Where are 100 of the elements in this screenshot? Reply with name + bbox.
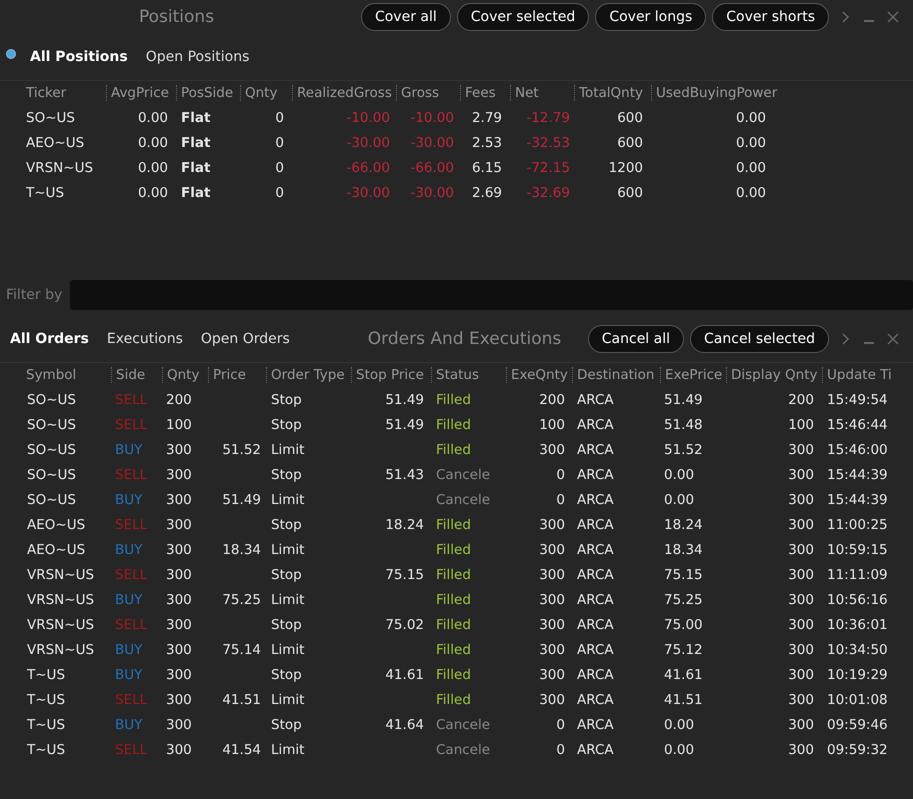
exe-quantity-cell-text: 0 bbox=[555, 492, 566, 508]
order-type-cell-text: Limit bbox=[270, 692, 306, 708]
column-header[interactable]: Qnty bbox=[240, 85, 292, 101]
table-cell-text: 0.00 bbox=[136, 160, 169, 176]
radio-indicator[interactable] bbox=[6, 49, 16, 59]
price-cell-text: 18.34 bbox=[221, 542, 262, 558]
update-time-cell-text: 15:46:44 bbox=[826, 416, 889, 432]
close-icon[interactable] bbox=[887, 333, 899, 345]
column-header[interactable]: Update Ti bbox=[822, 367, 910, 383]
exe-quantity-cell-text: 300 bbox=[538, 516, 566, 532]
side-cell-text: BUY bbox=[114, 642, 144, 658]
column-header[interactable]: AvgPrice bbox=[106, 85, 176, 101]
table-cell-text: 0.00 bbox=[734, 134, 767, 150]
column-header[interactable]: Net bbox=[510, 85, 574, 101]
orders-tab[interactable]: All Orders bbox=[10, 331, 89, 347]
exe-quantity-cell-text: 200 bbox=[538, 392, 566, 408]
column-header[interactable]: Stop Price bbox=[351, 367, 431, 383]
table-cell-text: 2.53 bbox=[470, 134, 503, 150]
exe-price-cell-text: 75.25 bbox=[663, 592, 704, 608]
side-cell-text: BUY bbox=[114, 492, 144, 508]
status-cell-text: Cancele bbox=[435, 716, 492, 732]
table-cell-text: 0.00 bbox=[136, 134, 169, 150]
close-icon[interactable] bbox=[887, 11, 899, 23]
table-cell-text: 1200 bbox=[608, 160, 644, 176]
side-cell-text: BUY bbox=[114, 442, 144, 458]
cover-button[interactable]: Cover longs bbox=[595, 3, 706, 31]
stop-price-cell-text: 51.43 bbox=[384, 466, 425, 482]
column-header[interactable]: ExeQnty bbox=[506, 367, 572, 383]
table-cell-text: -30.00 bbox=[409, 184, 455, 200]
table-cell-text: -10.00 bbox=[409, 110, 455, 126]
side-cell-text: SELL bbox=[114, 416, 148, 432]
column-header[interactable]: Price bbox=[208, 367, 266, 383]
panel-title: Orders And Executions bbox=[368, 329, 562, 349]
positions-tab[interactable]: Open Positions bbox=[146, 49, 250, 65]
table-cell-text: -72.15 bbox=[525, 160, 571, 176]
column-header[interactable]: TotalQnty bbox=[574, 85, 651, 101]
table-cell-text: -30.00 bbox=[409, 134, 455, 150]
exe-quantity-cell-text: 300 bbox=[538, 592, 566, 608]
table-cell-text: -66.00 bbox=[409, 160, 455, 176]
column-header[interactable]: Display Qnty bbox=[726, 367, 822, 383]
symbol-cell-text: SO~US bbox=[26, 392, 77, 408]
table-cell-text: 600 bbox=[616, 110, 644, 126]
chevron-icon[interactable] bbox=[841, 332, 851, 346]
column-header[interactable]: PosSide bbox=[176, 85, 240, 101]
table-cell-text: AEO~US bbox=[25, 134, 86, 150]
orders-tab[interactable]: Open Orders bbox=[200, 331, 290, 347]
column-header[interactable]: Side bbox=[111, 367, 162, 383]
exe-quantity-cell-text: 0 bbox=[555, 466, 566, 482]
stop-price-cell-text: 18.24 bbox=[384, 516, 425, 532]
table-cell-text: -32.69 bbox=[525, 184, 571, 200]
destination-cell-text: ARCA bbox=[576, 592, 615, 608]
cancel-button[interactable]: Cancel selected bbox=[690, 325, 829, 353]
update-time-cell-text: 10:56:16 bbox=[826, 592, 889, 608]
status-cell-text: Filled bbox=[435, 666, 472, 682]
side-cell-text: BUY bbox=[114, 592, 144, 608]
table-cell-text: -30.00 bbox=[345, 184, 391, 200]
side-cell-text: SELL bbox=[114, 466, 148, 482]
table-cell-text: 600 bbox=[616, 134, 644, 150]
status-cell-text: Filled bbox=[435, 516, 472, 532]
table-cell-text: T~US bbox=[25, 184, 66, 200]
destination-cell-text: ARCA bbox=[576, 566, 615, 582]
destination-cell-text: ARCA bbox=[576, 716, 615, 732]
side-cell-text: SELL bbox=[114, 692, 148, 708]
cover-button[interactable]: Cover shorts bbox=[712, 3, 829, 31]
column-header[interactable]: Gross bbox=[396, 85, 460, 101]
display-quantity-cell-text: 200 bbox=[787, 392, 815, 408]
column-header[interactable]: Destination bbox=[572, 367, 660, 383]
cover-button[interactable]: Cover selected bbox=[456, 3, 590, 31]
price-cell-text: 75.25 bbox=[221, 592, 262, 608]
quantity-cell-text: 300 bbox=[165, 516, 193, 532]
column-header[interactable]: RealizedGross bbox=[292, 85, 396, 101]
column-header[interactable]: Order Type bbox=[266, 367, 351, 383]
orders-tab[interactable]: Executions bbox=[106, 331, 183, 347]
table-cell-text: 0.00 bbox=[136, 110, 169, 126]
column-header[interactable]: Fees bbox=[460, 85, 510, 101]
cover-button[interactable]: Cover all bbox=[360, 3, 451, 31]
table-cell-text: SO~US bbox=[25, 110, 76, 126]
side-cell-text: BUY bbox=[114, 542, 144, 558]
update-time-cell-text: 10:59:15 bbox=[826, 542, 889, 558]
display-quantity-cell-text: 300 bbox=[787, 466, 815, 482]
symbol-cell-text: VRSN~US bbox=[26, 566, 96, 582]
column-header[interactable]: Ticker bbox=[22, 85, 106, 101]
column-header[interactable]: UsedBuyingPower bbox=[651, 85, 776, 101]
column-header[interactable]: Status bbox=[431, 367, 506, 383]
column-header[interactable]: Qnty bbox=[162, 367, 208, 383]
chevron-icon[interactable] bbox=[841, 10, 851, 24]
column-header[interactable]: ExePrice bbox=[660, 367, 726, 383]
quantity-cell-text: 100 bbox=[165, 416, 193, 432]
status-cell-text: Cancele bbox=[435, 466, 492, 482]
destination-cell-text: ARCA bbox=[576, 542, 615, 558]
positions-tab[interactable]: All Positions bbox=[30, 49, 128, 65]
status-cell-text: Filled bbox=[435, 592, 472, 608]
status-cell-text: Cancele bbox=[435, 492, 492, 508]
exe-price-cell-text: 18.34 bbox=[663, 542, 704, 558]
exe-quantity-cell-text: 0 bbox=[555, 716, 566, 732]
order-type-cell-text: Limit bbox=[270, 492, 306, 508]
column-header[interactable]: Symbol bbox=[22, 367, 111, 383]
quantity-cell-text: 300 bbox=[165, 566, 193, 582]
price-cell-text: 41.51 bbox=[221, 692, 262, 708]
cancel-button[interactable]: Cancel all bbox=[588, 325, 684, 353]
